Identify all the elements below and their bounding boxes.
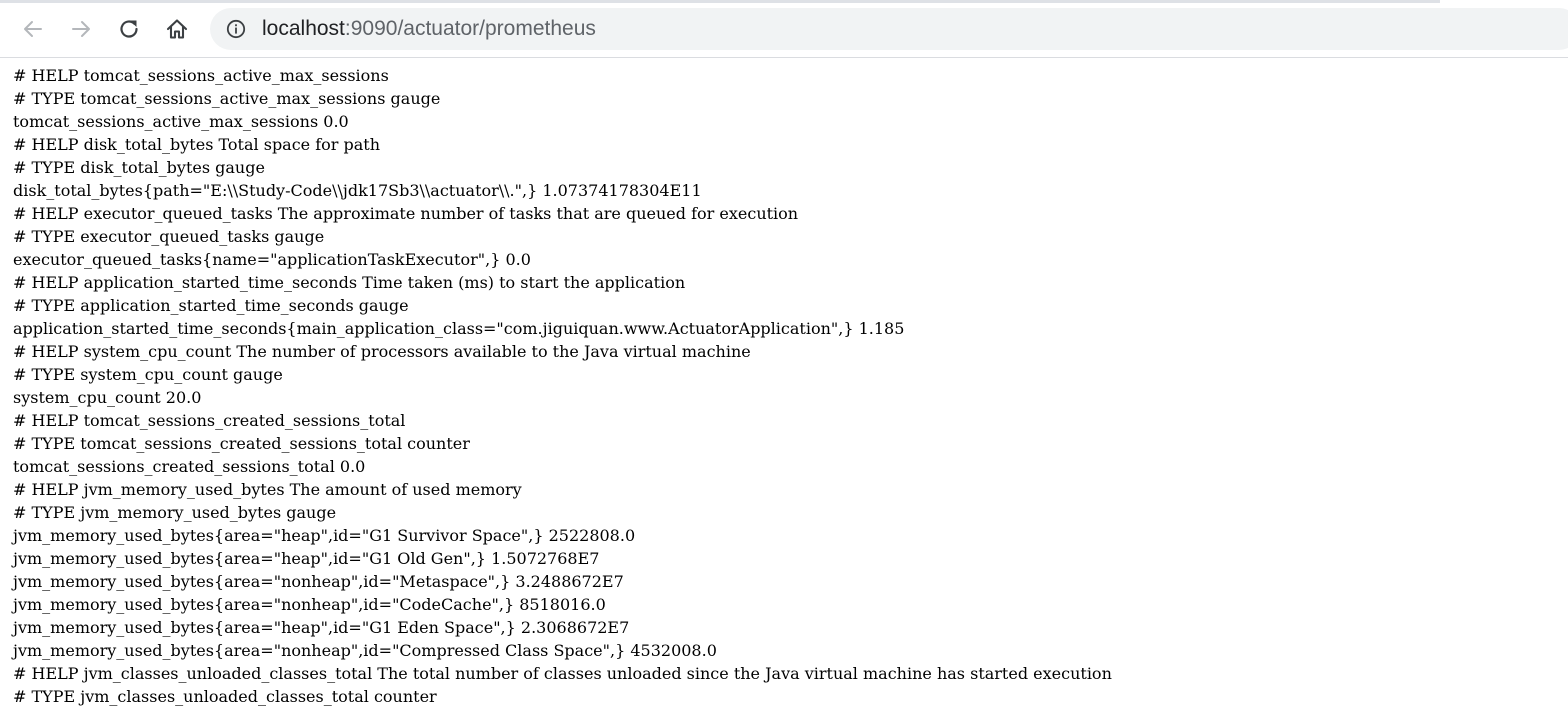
url-host: localhost: [262, 17, 345, 40]
home-button[interactable]: [160, 12, 194, 46]
url-path: :9090/actuator/prometheus: [344, 17, 596, 40]
metric-line: jvm_memory_used_bytes{area="heap",id="G1…: [13, 549, 600, 568]
metric-line: tomcat_sessions_active_max_sessions 0.0: [13, 112, 349, 131]
arrow-right-icon: [72, 21, 90, 37]
metric-line: executor_queued_tasks{name="applicationT…: [13, 250, 531, 269]
metric-line: jvm_memory_used_bytes{area="nonheap",id=…: [13, 572, 624, 591]
metric-line: # TYPE tomcat_sessions_created_sessions_…: [13, 434, 470, 453]
metric-line: application_started_time_seconds{main_ap…: [13, 319, 905, 338]
metric-line: # HELP disk_total_bytes Total space for …: [13, 135, 381, 154]
metric-line: # TYPE system_cpu_count gauge: [13, 365, 283, 384]
arrow-left-icon: [24, 21, 42, 37]
url-text: localhost:9090/actuator/prometheus: [262, 17, 596, 41]
reload-button[interactable]: [112, 12, 146, 46]
address-bar[interactable]: localhost:9090/actuator/prometheus: [210, 8, 1568, 50]
metric-line: # HELP jvm_memory_used_bytes The amount …: [13, 480, 522, 499]
metric-line: # HELP system_cpu_count The number of pr…: [13, 342, 751, 361]
browser-toolbar: localhost:9090/actuator/prometheus: [0, 0, 1568, 58]
metric-line: # TYPE disk_total_bytes gauge: [13, 158, 265, 177]
metric-line: jvm_memory_used_bytes{area="heap",id="G1…: [13, 526, 636, 545]
metric-line: system_cpu_count 20.0: [13, 388, 202, 407]
reload-icon: [120, 20, 138, 38]
metric-line: # HELP tomcat_sessions_created_sessions_…: [13, 411, 406, 430]
metric-line: tomcat_sessions_created_sessions_total 0…: [13, 457, 366, 476]
tab-strip-edge: [0, 0, 1440, 3]
metric-line: jvm_memory_used_bytes{area="nonheap",id=…: [13, 641, 717, 660]
metric-line: jvm_memory_used_bytes{area="heap",id="G1…: [13, 618, 630, 637]
metric-line: disk_total_bytes{path="E:\\Study-Code\\j…: [13, 181, 702, 200]
metric-line: # TYPE tomcat_sessions_active_max_sessio…: [13, 89, 441, 108]
metric-line: # TYPE executor_queued_tasks gauge: [13, 227, 325, 246]
back-button[interactable]: [16, 12, 50, 46]
metric-line: # HELP application_started_time_seconds …: [13, 273, 686, 292]
metrics-output: # HELP tomcat_sessions_active_max_sessio…: [13, 64, 1112, 708]
info-icon[interactable]: [226, 19, 246, 39]
metric-line: jvm_memory_used_bytes{area="nonheap",id=…: [13, 595, 606, 614]
home-icon: [166, 19, 188, 39]
metric-line: # HELP tomcat_sessions_active_max_sessio…: [13, 66, 389, 85]
metric-line: # TYPE jvm_classes_unloaded_classes_tota…: [13, 687, 437, 706]
metric-line: # TYPE application_started_time_seconds …: [13, 296, 409, 315]
metric-line: # TYPE jvm_memory_used_bytes gauge: [13, 503, 337, 522]
metric-line: # HELP jvm_classes_unloaded_classes_tota…: [13, 664, 1112, 683]
forward-button[interactable]: [64, 12, 98, 46]
metric-line: # HELP executor_queued_tasks The approxi…: [13, 204, 799, 223]
